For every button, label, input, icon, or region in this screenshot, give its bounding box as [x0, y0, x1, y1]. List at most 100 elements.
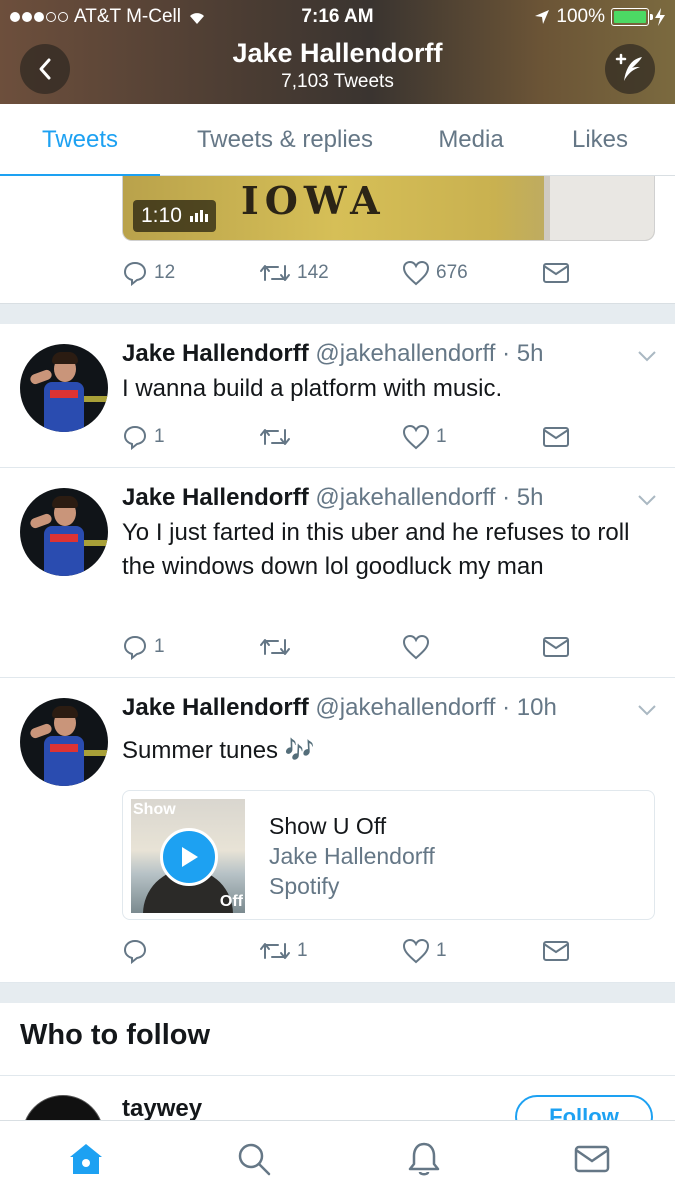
video-background-door [544, 176, 654, 240]
reply-count: 1 [154, 426, 165, 447]
chevron-down-icon[interactable] [637, 350, 657, 362]
play-button[interactable] [160, 828, 218, 886]
tab-tweets-replies[interactable]: Tweets & replies [170, 104, 400, 176]
author-handle[interactable]: @jakehallendorff [315, 484, 495, 511]
chevron-down-icon[interactable] [637, 704, 657, 716]
author-name[interactable]: Jake Hallendorff [122, 340, 309, 367]
envelope-icon [543, 941, 569, 961]
tweet-actions: 1 1 [122, 936, 582, 966]
retweet-icon [260, 265, 290, 281]
retweet-icon [260, 639, 290, 655]
audio-bars-icon [189, 210, 208, 222]
avatar[interactable] [20, 698, 108, 786]
video-duration: 1:10 [141, 204, 182, 227]
tweet-text: Summer tunes 🎶 [122, 737, 315, 764]
reply-button[interactable]: 1 [122, 632, 165, 662]
music-card[interactable]: Show Off Show U Off Jake Hallendorff Spo… [122, 790, 655, 920]
avatar[interactable] [20, 488, 108, 576]
heart-icon [402, 260, 430, 286]
who-to-follow-title: Who to follow [20, 1019, 211, 1051]
envelope-icon [543, 637, 569, 657]
retweet-button[interactable]: 1 [259, 936, 308, 966]
envelope-icon [574, 1145, 610, 1173]
tweet-time: 5h [516, 340, 544, 367]
tweet-header: Jake Hallendorff @jakehallendorff · 10h [122, 694, 557, 722]
status-bar: AT&T M-Cell 7:16 AM 100% [0, 6, 675, 30]
separator-dot: · [495, 484, 517, 511]
tweet-count: 7,103 Tweets [281, 71, 394, 92]
tweet-card[interactable]: Jake Hallendorff @jakehallendorff · 5h I… [0, 324, 675, 468]
video-overlay-text: IOWA [241, 178, 386, 223]
tab-likes[interactable]: Likes [545, 104, 655, 176]
bottom-tab-bar [0, 1120, 675, 1200]
reply-icon [123, 635, 147, 660]
like-button[interactable]: 1 [402, 422, 447, 452]
search-icon [238, 1143, 271, 1176]
author-handle[interactable]: @jakehallendorff [315, 340, 495, 367]
tweet-header: Jake Hallendorff @jakehallendorff · 5h [122, 484, 543, 512]
like-button[interactable]: 676 [402, 258, 468, 288]
tab-tweets[interactable]: Tweets [0, 104, 160, 176]
author-name[interactable]: Jake Hallendorff [122, 484, 309, 511]
avatar[interactable] [20, 344, 108, 432]
tweet-card[interactable]: Jake Hallendorff @jakehallendorff · 10h … [0, 678, 675, 983]
suggested-user-name[interactable]: taywey [122, 1095, 202, 1123]
tweet-card[interactable]: Jake Hallendorff @jakehallendorff · 5h Y… [0, 468, 675, 678]
album-art-text-top: Show [133, 801, 176, 818]
header-title-block: Jake Hallendorff 7,103 Tweets [0, 38, 675, 93]
bell-icon [408, 1142, 440, 1176]
album-art: Show Off [131, 799, 245, 913]
home-icon [70, 1144, 102, 1174]
envelope-icon [543, 427, 569, 447]
retweet-icon [260, 943, 290, 959]
play-icon [182, 847, 198, 867]
video-thumbnail[interactable]: IOWA 1:10 [122, 176, 655, 241]
retweet-button[interactable] [259, 422, 297, 452]
direct-message-button[interactable] [542, 936, 570, 966]
tweet-text: I wanna build a platform with music. [122, 375, 503, 402]
heart-icon [402, 938, 430, 964]
heart-icon [402, 424, 430, 450]
retweet-count: 1 [297, 940, 308, 961]
direct-message-button[interactable] [542, 422, 570, 452]
messages-tab[interactable] [572, 1139, 612, 1179]
reply-button[interactable]: 1 [122, 422, 165, 452]
direct-message-button[interactable] [542, 258, 570, 288]
retweet-button[interactable] [259, 632, 297, 662]
retweet-button[interactable]: 142 [259, 258, 329, 288]
tweet-actions: 1 [122, 632, 582, 662]
compose-tweet-button[interactable] [605, 44, 655, 94]
reply-count: 12 [154, 262, 176, 283]
album-art-text-bottom: Off [219, 893, 243, 910]
home-tab[interactable] [66, 1139, 106, 1179]
tweet-time: 10h [516, 694, 557, 721]
music-artist: Jake Hallendorff [269, 843, 435, 869]
tab-media[interactable]: Media [415, 104, 527, 176]
music-title: Show U Off [269, 813, 387, 839]
tweet-text: Yo I just farted in this uber and he ref… [122, 519, 630, 580]
notifications-tab[interactable] [404, 1139, 444, 1179]
search-tab[interactable] [234, 1139, 274, 1179]
envelope-icon [543, 263, 569, 283]
battery-percent: 100% [556, 6, 605, 27]
reply-icon [123, 425, 147, 450]
tweet-header: Jake Hallendorff @jakehallendorff · 5h [122, 340, 543, 368]
like-count: 676 [436, 262, 468, 283]
like-button[interactable] [402, 632, 436, 662]
tweet-card-video[interactable]: IOWA 1:10 12 142 676 [0, 176, 675, 304]
author-handle[interactable]: @jakehallendorff [315, 694, 495, 721]
location-icon [535, 10, 550, 24]
music-source: Spotify [269, 873, 340, 899]
chevron-down-icon[interactable] [637, 494, 657, 506]
divider [0, 1075, 675, 1076]
author-name[interactable]: Jake Hallendorff [122, 694, 309, 721]
separator-dot: · [495, 694, 517, 721]
like-button[interactable]: 1 [402, 936, 447, 966]
reply-button[interactable] [122, 936, 154, 966]
retweet-count: 142 [297, 262, 329, 283]
like-count: 1 [436, 940, 447, 961]
reply-button[interactable]: 12 [122, 258, 175, 288]
reply-icon [123, 261, 147, 286]
music-info: Show U Off Jake Hallendorff Spotify [269, 811, 435, 901]
direct-message-button[interactable] [542, 632, 570, 662]
